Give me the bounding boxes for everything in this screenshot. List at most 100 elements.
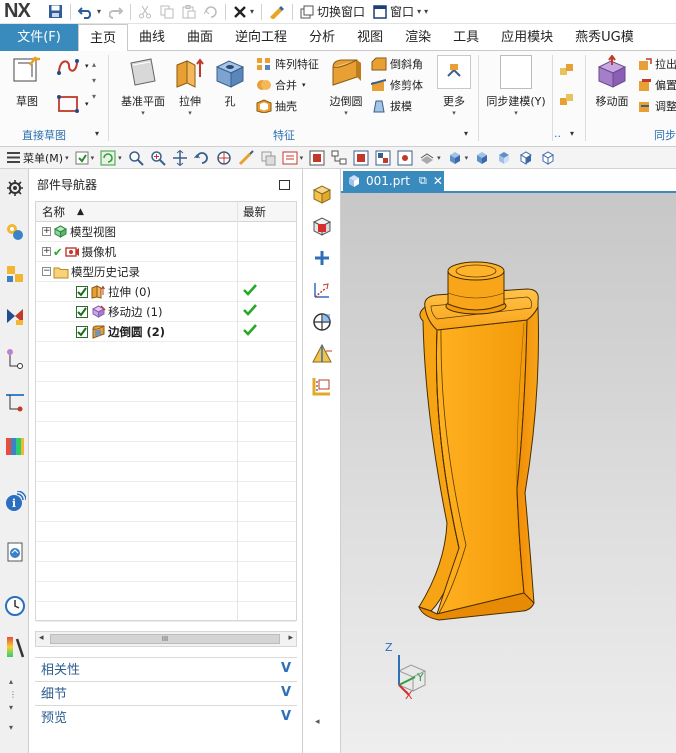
trim-body-button[interactable]: 修剪体 (371, 76, 423, 94)
fit-icon[interactable] (125, 149, 147, 167)
system-materials-icon[interactable] (2, 539, 27, 564)
menu-button[interactable]: 菜单(M) ▾ (4, 149, 72, 167)
scroll-right-icon[interactable]: ▸ (288, 633, 293, 643)
expand-icon[interactable]: + (42, 247, 51, 256)
maximize-icon[interactable] (279, 180, 290, 190)
sort-ascending-icon[interactable]: ▲ (77, 207, 84, 217)
chamfer-button[interactable]: 倒斜角 (371, 55, 423, 73)
constraint-navigator-icon[interactable] (2, 261, 27, 286)
wcs-orient-icon[interactable] (309, 277, 335, 303)
delete-icon[interactable]: ▾ (229, 2, 258, 22)
tab-yanxiu-ug[interactable]: 燕秀UG模 (564, 24, 645, 51)
pull-face-button[interactable]: 拉出 (638, 55, 676, 73)
panel-preview[interactable]: 预览 V (35, 705, 297, 727)
sketch-curve-icon[interactable]: ▾ (56, 57, 89, 75)
close-icon[interactable]: ✕ (433, 174, 443, 188)
sync-tool-icon-1[interactable] (558, 61, 579, 79)
zoom-icon[interactable] (147, 149, 169, 167)
selection-filter-icon[interactable]: ▾ (72, 149, 98, 167)
panel-details[interactable]: 细节 V (35, 681, 297, 703)
offset-button[interactable]: 偏置 (638, 76, 676, 94)
view-select-icon[interactable] (394, 149, 416, 167)
shaded-icon[interactable]: ▾ (444, 149, 472, 167)
reuse-library-icon[interactable] (2, 345, 27, 370)
hole-button[interactable]: 孔 (212, 55, 248, 109)
move-face-button[interactable]: 移动面 (590, 54, 634, 109)
tree-row-model-history[interactable]: − 模型历史记录 (36, 262, 296, 282)
pan-icon[interactable] (169, 149, 191, 167)
render-style-icon[interactable]: ▾ (416, 149, 444, 167)
tab-tools[interactable]: 工具 (442, 24, 490, 51)
switch-window-button[interactable]: 切换窗口 (296, 2, 369, 22)
part-navigator-icon[interactable] (2, 303, 27, 328)
history-icon[interactable]: i (2, 489, 27, 514)
cut-icon[interactable] (134, 2, 156, 22)
undo-icon[interactable]: ▾ (74, 2, 105, 22)
tab-render[interactable]: 渲染 (394, 24, 442, 51)
clock-icon[interactable] (2, 593, 27, 618)
block-icon[interactable] (309, 181, 335, 207)
extrude-button[interactable]: 拉伸 ▾ (172, 55, 208, 117)
redo-icon[interactable] (105, 2, 127, 22)
visibility-checkbox[interactable] (76, 325, 88, 338)
scroll-left-icon[interactable]: ◂ (39, 633, 44, 643)
datum-plane-button[interactable]: 基准平面 ▾ (118, 55, 168, 117)
window-menu-button[interactable]: 窗口 ▾ ▾ (369, 2, 432, 22)
tab-view[interactable]: 视图 (346, 24, 394, 51)
snap-view-icon[interactable] (213, 149, 235, 167)
view-top-icon[interactable] (493, 149, 515, 167)
float-window-icon[interactable]: ⧉ (419, 174, 427, 188)
tab-reverse-engineering[interactable]: 逆向工程 (224, 24, 298, 51)
measure-distance-icon[interactable] (309, 341, 335, 367)
visibility-checkbox[interactable] (76, 285, 88, 298)
tree-row-cameras[interactable]: + ✔ 摄像机 (36, 242, 296, 262)
scroll-thumb[interactable]: III (50, 634, 280, 644)
assembly-navigator-icon[interactable] (2, 219, 27, 244)
expand-icon[interactable]: + (42, 227, 51, 236)
roles-icon[interactable] (2, 635, 27, 660)
graphics-viewport[interactable]: Z Y X (341, 193, 676, 753)
document-tab-001prt[interactable]: 001.prt ⧉ ✕ (343, 171, 444, 191)
hd3d-tools-icon[interactable] (2, 389, 27, 414)
unite-button[interactable]: 合并 ▾ (256, 76, 306, 94)
rectangle-icon[interactable]: ▾ (56, 95, 89, 113)
pattern-feature-button[interactable]: 阵列特征 (256, 55, 319, 73)
visibility-checkbox[interactable] (76, 305, 88, 318)
horizontal-scrollbar[interactable]: ◂ III ▸ (35, 631, 297, 647)
draft-button[interactable]: 拔模 (371, 97, 412, 115)
view-multi-icon[interactable] (372, 149, 394, 167)
view-single-icon[interactable] (350, 149, 372, 167)
save-icon[interactable] (44, 2, 67, 22)
collapse-icon[interactable]: − (42, 267, 51, 276)
ruler-icon[interactable] (309, 373, 335, 399)
rotate-icon[interactable] (191, 149, 213, 167)
paste-icon[interactable] (178, 2, 200, 22)
shell-button[interactable]: 抽壳 (256, 97, 297, 115)
edge-blend-button[interactable]: 边倒圆 ▾ (327, 55, 365, 117)
tab-home[interactable]: 主页 (78, 24, 129, 52)
add-icon[interactable] (309, 245, 335, 271)
copy-icon[interactable] (156, 2, 178, 22)
edit-object-display-icon[interactable] (265, 2, 289, 22)
tab-surface[interactable]: 曲面 (176, 24, 224, 51)
wcs-icon[interactable] (306, 149, 328, 167)
sync-tool-icon-2[interactable] (558, 91, 579, 109)
tree-row-extrude[interactable]: 拉伸 (0) (36, 282, 296, 302)
sketch-button[interactable]: 草图 (8, 55, 46, 109)
view-iso-icon[interactable] (537, 149, 559, 167)
section-view-icon[interactable] (309, 309, 335, 335)
sync-modeling-button[interactable]: 同步建模(Y) ▾ (486, 55, 546, 117)
tab-analysis[interactable]: 分析 (298, 24, 346, 51)
adjust-button[interactable]: 调整 (638, 97, 676, 115)
refresh-icon[interactable]: ▾ (97, 149, 125, 167)
tab-curve[interactable]: 曲线 (128, 24, 176, 51)
layer-icon[interactable]: ▾ (279, 149, 307, 167)
tab-application[interactable]: 应用模块 (490, 24, 564, 51)
view-right-icon[interactable] (515, 149, 537, 167)
tree-row-model-views[interactable]: + 模型视图 (36, 222, 296, 242)
column-header-latest[interactable]: 最新 (243, 204, 266, 220)
hierarchy-icon[interactable] (328, 149, 350, 167)
column-header-name[interactable]: 名称 (36, 204, 65, 220)
panel-dependencies[interactable]: 相关性 V (35, 657, 297, 679)
view-front-icon[interactable] (471, 149, 493, 167)
